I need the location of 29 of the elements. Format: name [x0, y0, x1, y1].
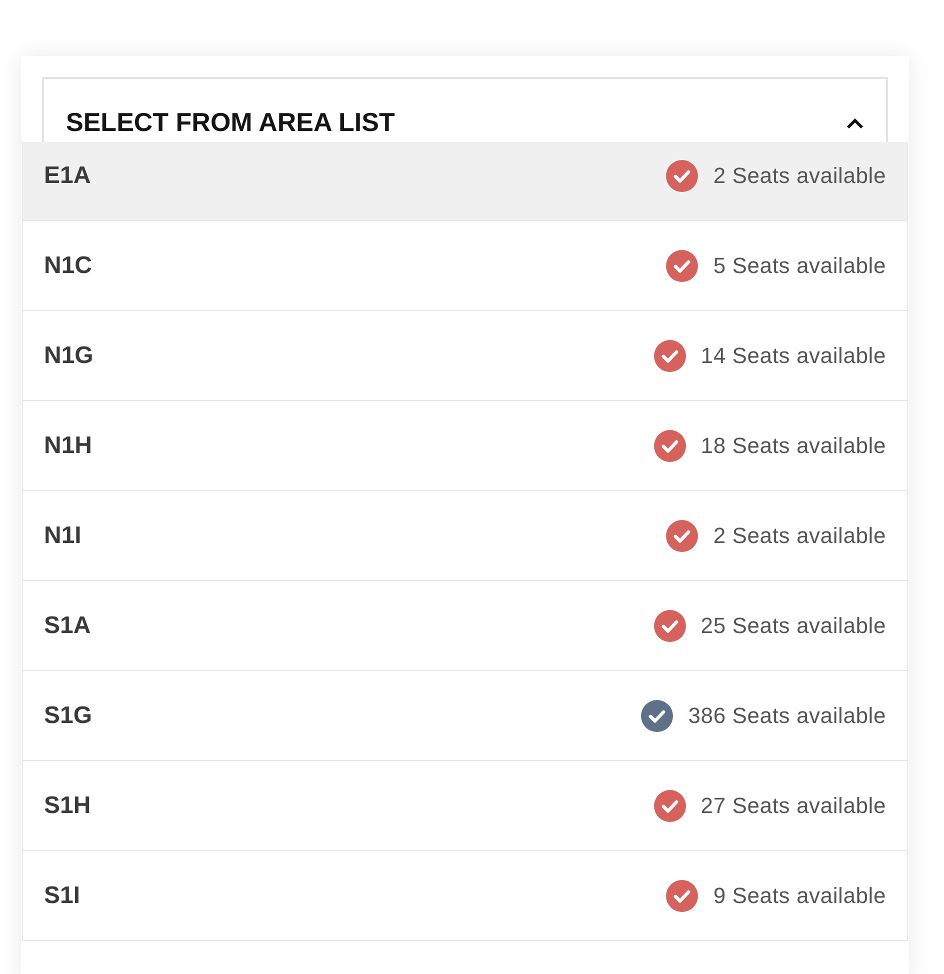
area-name: N1H	[44, 432, 92, 460]
seats-available-text: 27 Seats available	[700, 792, 886, 818]
seats-available-text: 386 Seats available	[688, 702, 886, 728]
area-name: S1I	[44, 882, 80, 910]
area-option[interactable]: N1C 5 Seats available	[22, 221, 908, 311]
seats-available-text: 2 Seats available	[713, 162, 886, 188]
seats-available-text: 9 Seats available	[713, 882, 886, 908]
area-option[interactable]: N1I 2 Seats available	[22, 491, 908, 581]
area-dropdown[interactable]: SELECT FROM AREA LIST	[42, 77, 888, 142]
area-name: S1H	[44, 792, 91, 820]
area-name: S1A	[44, 612, 91, 640]
area-name: N1G	[44, 342, 94, 370]
area-option[interactable]: S1H 27 Seats available	[22, 761, 908, 851]
area-option[interactable]: S1I 9 Seats available	[22, 851, 908, 941]
area-option[interactable]: N1G 14 Seats available	[22, 311, 908, 401]
seats-available-text: 25 Seats available	[700, 612, 886, 638]
chevron-icon	[846, 118, 864, 129]
area-name: E1A	[44, 162, 91, 190]
area-name: N1C	[44, 252, 92, 280]
area-option[interactable]: S1A 25 Seats available	[22, 581, 908, 671]
seats-available-text: 5 Seats available	[713, 252, 886, 278]
seats-available-text: 14 Seats available	[700, 342, 886, 368]
seats-available-text: 18 Seats available	[700, 432, 886, 458]
area-option[interactable]: N1H 18 Seats available	[22, 401, 908, 491]
area-name: N1I	[44, 522, 82, 550]
area-name: S1G	[44, 702, 92, 730]
area-option[interactable]: S1G 386 Seats available	[22, 671, 908, 761]
area-option[interactable]: E1A 2 Seats available	[22, 142, 908, 221]
seats-available-text: 2 Seats available	[713, 522, 886, 548]
